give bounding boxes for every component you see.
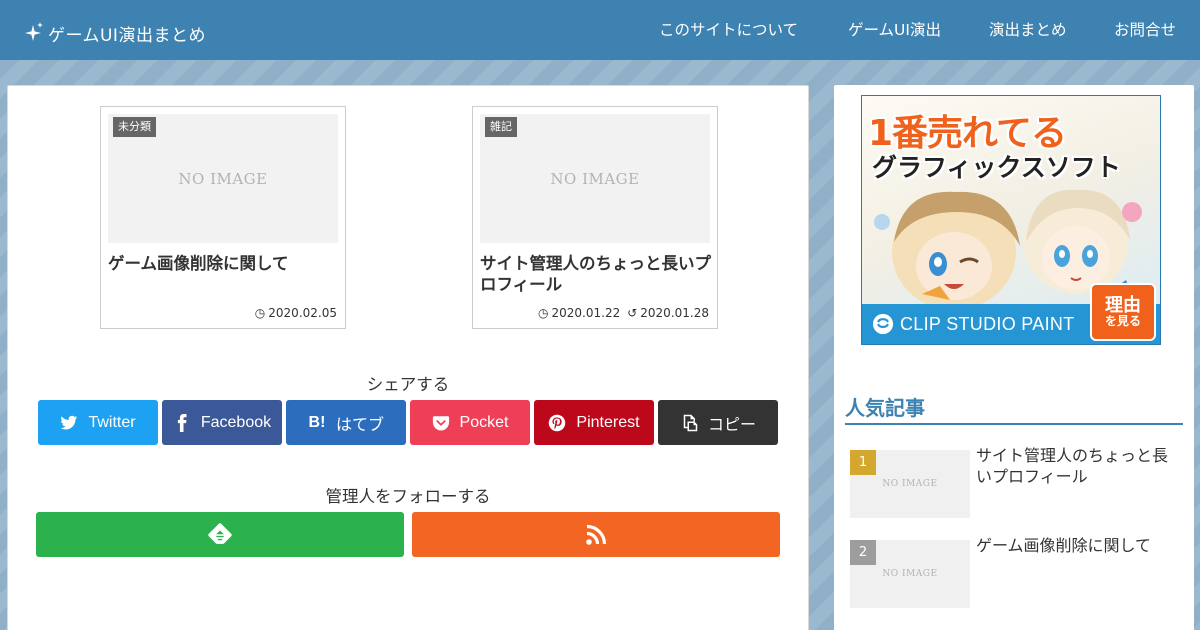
ad-cta-line1: 理由: [1105, 294, 1141, 316]
clock-icon: ◷: [254, 306, 266, 320]
share-facebook-button[interactable]: Facebook: [162, 400, 282, 445]
rss-icon: [586, 524, 607, 545]
ad-cta-line2: を見る: [1104, 314, 1141, 329]
main-content: NO IMAGE 未分類 ゲーム画像削除に関して ◷ 2020.02.05 NO…: [7, 85, 809, 630]
post-thumbnail: NO IMAGE 雑記: [480, 114, 710, 243]
rank-badge: 2: [850, 540, 876, 565]
share-pinterest-button[interactable]: Pinterest: [534, 400, 654, 445]
rank-badge: 1: [850, 450, 876, 475]
share-label: Pocket: [459, 413, 509, 431]
popular-posts-heading: 人気記事: [845, 396, 925, 420]
popular-post-item[interactable]: NO IMAGE 1 サイト管理人のちょっと長いプロフィール: [850, 446, 1186, 518]
nav-contact[interactable]: お問合せ: [1114, 0, 1194, 60]
category-badge: 雑記: [485, 117, 517, 137]
site-logo-link[interactable]: ゲームUI演出まとめ: [24, 19, 206, 47]
no-image-text: NO IMAGE: [882, 569, 938, 579]
nav-game-ui[interactable]: ゲームUI演出: [848, 0, 948, 60]
share-heading: シェアする: [366, 375, 450, 394]
share-label: はてブ: [335, 416, 384, 434]
post-title: ゲーム画像削除に関して: [108, 254, 289, 273]
clip-studio-logo-icon: [872, 313, 894, 335]
category-badge: 未分類: [113, 117, 156, 137]
follow-feedly-button[interactable]: [36, 512, 404, 557]
no-image-text: NO IMAGE: [550, 169, 640, 188]
related-post-card[interactable]: NO IMAGE 未分類 ゲーム画像削除に関して ◷ 2020.02.05: [100, 106, 346, 329]
clip-studio-ad-banner[interactable]: 1番売れてる グラフィックスソフト CLIP STUDIO PAINT 理由 を…: [861, 95, 1161, 345]
ad-subline: グラフィックスソフト: [872, 153, 1121, 182]
history-icon: ↺: [627, 306, 638, 320]
published-date: 2020.02.05: [268, 306, 337, 320]
site-header: ゲームUI演出まとめ このサイトについて ゲームUI演出 演出まとめ お問合せ: [0, 0, 1200, 60]
follow-rss-button[interactable]: [412, 512, 780, 557]
share-label: Pinterest: [576, 413, 640, 431]
share-twitter-button[interactable]: Twitter: [38, 400, 158, 445]
nav-summary[interactable]: 演出まとめ: [989, 0, 1069, 60]
post-dates: ◷ 2020.02.05: [255, 306, 337, 320]
share-label: Facebook: [200, 413, 272, 431]
follow-heading: 管理人をフォローする: [325, 487, 491, 506]
feedly-icon: [208, 522, 232, 544]
post-dates: ◷ 2020.01.22 ↺ 2020.01.28: [538, 306, 709, 320]
pocket-icon: [432, 414, 450, 432]
share-label: コピー: [707, 416, 756, 434]
sidebar: 1番売れてる グラフィックスソフト CLIP STUDIO PAINT 理由 を…: [834, 85, 1194, 630]
share-hatena-button[interactable]: B! はてブ: [286, 400, 406, 445]
copy-icon: [680, 414, 698, 432]
ad-brand: CLIP STUDIO PAINT: [900, 313, 1075, 334]
share-label: Twitter: [88, 413, 136, 431]
heading-underline: [845, 423, 1183, 425]
related-post-card[interactable]: NO IMAGE 雑記 サイト管理人のちょっと長いプロフィール ◷ 2020.0…: [472, 106, 718, 329]
popular-post-title: サイト管理人のちょっと長いプロフィール: [976, 446, 1169, 486]
updated-date: 2020.01.28: [640, 306, 709, 320]
site-title: ゲームUI演出まとめ: [48, 25, 206, 46]
post-title: サイト管理人のちょっと長いプロフィール: [480, 254, 711, 294]
clock-icon: ◷: [538, 306, 549, 320]
no-image-text: NO IMAGE: [882, 479, 938, 489]
share-copy-button[interactable]: コピー: [658, 400, 778, 445]
sparkle-icon: [25, 22, 43, 41]
post-thumbnail: NO IMAGE 未分類: [108, 114, 338, 243]
popular-post-item[interactable]: NO IMAGE 2 ゲーム画像削除に関して: [850, 536, 1186, 608]
no-image-text: NO IMAGE: [178, 169, 268, 188]
facebook-icon: [173, 413, 191, 432]
twitter-icon: [60, 414, 78, 432]
pinterest-icon: [548, 414, 566, 432]
published-date: 2020.01.22: [551, 306, 621, 320]
popular-post-title: ゲーム画像削除に関して: [976, 536, 1152, 555]
ad-cta-badge: 理由 を見る: [1090, 283, 1156, 341]
hatena-bookmark-icon: B!: [308, 413, 326, 431]
share-pocket-button[interactable]: Pocket: [410, 400, 530, 445]
nav-about[interactable]: このサイトについて: [659, 0, 809, 60]
